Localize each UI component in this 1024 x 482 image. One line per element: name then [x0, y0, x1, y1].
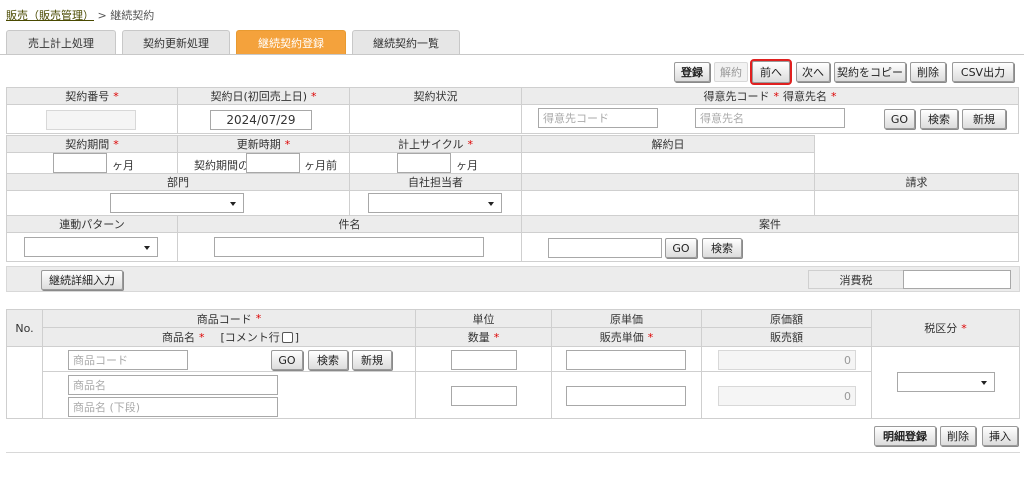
breadcrumb-parent-link[interactable]: 販売（販売管理）	[6, 9, 94, 22]
cycle-unit: ヶ月	[456, 159, 478, 172]
breadcrumb-separator: >	[97, 9, 107, 22]
sale-unit-input[interactable]	[566, 386, 686, 406]
link-pattern-header: 連動パターン	[6, 215, 178, 233]
sale-amount-input	[718, 386, 856, 406]
prev-button[interactable]: 前へ	[750, 59, 792, 85]
tab-divider	[0, 54, 1024, 55]
chevron-down-icon	[230, 202, 236, 206]
cost-unit-header: 原単価	[551, 309, 702, 328]
period-unit: ヶ月	[112, 159, 134, 172]
staff-select[interactable]	[368, 193, 502, 213]
customer-go-button[interactable]: GO	[884, 109, 915, 129]
comment-line-checkbox[interactable]	[281, 331, 293, 343]
cancel-contract-button[interactable]: 解約	[714, 62, 748, 82]
tab-continuous-contract-list[interactable]: 継続契約一覧	[352, 30, 460, 54]
unit-header: 単位	[415, 309, 552, 328]
renewal-suffix: ヶ月前	[304, 159, 337, 172]
chevron-down-icon	[488, 202, 494, 206]
cost-amount-input	[718, 350, 856, 370]
project-header: 案件	[521, 215, 1019, 233]
product-name-header: 商品名 * [コメント行]	[42, 327, 416, 347]
cycle-header: 計上サイクル *	[349, 135, 522, 153]
no-cell	[6, 346, 43, 419]
customer-search-button[interactable]: 検索	[920, 109, 958, 129]
product-name-lower-input[interactable]	[68, 397, 278, 417]
staff-header: 自社担当者	[349, 173, 522, 191]
period-input[interactable]	[53, 153, 107, 173]
sale-amount-header: 販売額	[701, 327, 872, 347]
contract-date-header: 契約日(初回売上日) *	[177, 87, 350, 105]
billing-cell	[814, 190, 1019, 216]
next-button[interactable]: 次へ	[796, 62, 830, 82]
qty-header: 数量 *	[415, 327, 552, 347]
cycle-input[interactable]	[397, 153, 451, 173]
dept-select[interactable]	[110, 193, 244, 213]
chevron-down-icon	[144, 246, 150, 250]
renewal-header: 更新時期 *	[177, 135, 350, 153]
no-header: No.	[6, 309, 43, 347]
project-search-button[interactable]: 検索	[702, 238, 742, 258]
renewal-input[interactable]	[246, 153, 300, 173]
blank-cell	[521, 190, 815, 216]
cancel-date-header: 解約日	[521, 135, 815, 153]
tab-sales-posting[interactable]: 売上計上処理	[6, 30, 116, 54]
contract-status-cell	[349, 104, 522, 134]
unit-input[interactable]	[451, 350, 517, 370]
renewal-prefix: 契約期間の	[194, 159, 249, 172]
customer-code-input[interactable]	[538, 108, 658, 128]
subject-header: 件名	[177, 215, 522, 233]
product-code-header: 商品コード *	[42, 309, 416, 328]
sale-unit-header: 販売単価 *	[551, 327, 702, 347]
customer-new-button[interactable]: 新規	[962, 109, 1006, 129]
billing-header: 請求	[814, 173, 1019, 191]
breadcrumb-current: 継続契約	[110, 9, 155, 22]
period-header: 契約期間 *	[6, 135, 178, 153]
subject-input[interactable]	[214, 237, 484, 257]
contract-status-header: 契約状況	[349, 87, 522, 105]
contract-no-header: 契約番号 *	[6, 87, 178, 105]
tax-label: 消費税	[808, 270, 904, 289]
customer-header: 得意先コード * 得意先名 *	[521, 87, 1019, 105]
product-new-button[interactable]: 新規	[352, 350, 392, 370]
delete-button[interactable]: 削除	[910, 62, 946, 82]
contract-no-input	[46, 110, 136, 130]
register-button[interactable]: 登録	[674, 62, 710, 82]
copy-contract-button[interactable]: 契約をコピー	[834, 62, 906, 82]
project-input[interactable]	[548, 238, 662, 258]
detail-input-button[interactable]: 継続詳細入力	[41, 270, 123, 290]
breadcrumb: 販売（販売管理） > 継続契約	[6, 7, 154, 23]
tab-contract-renewal[interactable]: 契約更新処理	[122, 30, 230, 54]
tab-continuous-contract-register[interactable]: 継続契約登録	[236, 30, 346, 54]
detail-register-button[interactable]: 明細登録	[874, 426, 936, 446]
bottom-divider	[6, 452, 1020, 453]
qty-input[interactable]	[451, 386, 517, 406]
tax-input[interactable]	[903, 270, 1011, 289]
cancel-date-cell	[521, 152, 815, 174]
detail-insert-button[interactable]: 挿入	[982, 426, 1018, 446]
blank-header	[521, 173, 815, 191]
tax-class-header: 税区分 *	[871, 309, 1020, 347]
product-search-button[interactable]: 検索	[308, 350, 348, 370]
product-code-input[interactable]	[68, 350, 188, 370]
dept-header: 部門	[6, 173, 350, 191]
project-go-button[interactable]: GO	[665, 238, 697, 258]
tax-class-select[interactable]	[897, 372, 995, 392]
customer-name-input[interactable]	[695, 108, 845, 128]
cost-amount-header: 原価額	[701, 309, 872, 328]
detail-delete-button[interactable]: 削除	[940, 426, 976, 446]
product-go-button[interactable]: GO	[271, 350, 303, 370]
product-name-input[interactable]	[68, 375, 278, 395]
chevron-down-icon	[981, 381, 987, 385]
cost-unit-input[interactable]	[566, 350, 686, 370]
contract-date-input[interactable]	[210, 110, 312, 130]
csv-export-button[interactable]: CSV出力	[952, 62, 1014, 82]
link-pattern-select[interactable]	[24, 237, 158, 257]
